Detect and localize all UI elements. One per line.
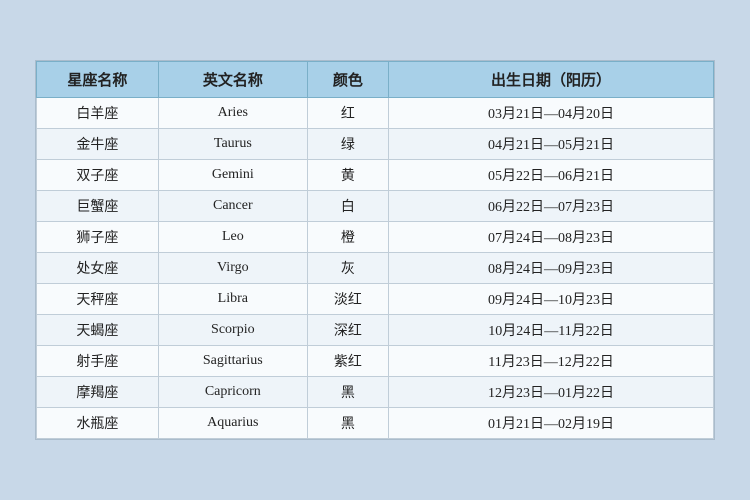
cell-date: 12月23日—01月22日	[389, 377, 714, 408]
table-row: 天秤座Libra淡红09月24日—10月23日	[37, 284, 714, 315]
table-row: 水瓶座Aquarius黑01月21日—02月19日	[37, 408, 714, 439]
cell-en: Libra	[158, 284, 307, 315]
cell-en: Scorpio	[158, 315, 307, 346]
cell-en: Cancer	[158, 191, 307, 222]
cell-color: 绿	[307, 129, 388, 160]
cell-color: 黑	[307, 377, 388, 408]
cell-color: 灰	[307, 253, 388, 284]
cell-color: 黑	[307, 408, 388, 439]
cell-zh: 狮子座	[37, 222, 159, 253]
cell-color: 红	[307, 98, 388, 129]
cell-date: 05月22日—06月21日	[389, 160, 714, 191]
zodiac-table: 星座名称 英文名称 颜色 出生日期（阳历） 白羊座Aries红03月21日—04…	[36, 61, 714, 439]
cell-en: Capricorn	[158, 377, 307, 408]
table-header-row: 星座名称 英文名称 颜色 出生日期（阳历）	[37, 62, 714, 98]
cell-en: Leo	[158, 222, 307, 253]
cell-color: 黄	[307, 160, 388, 191]
header-zh: 星座名称	[37, 62, 159, 98]
cell-zh: 天蝎座	[37, 315, 159, 346]
cell-color: 深红	[307, 315, 388, 346]
cell-date: 06月22日—07月23日	[389, 191, 714, 222]
table-row: 双子座Gemini黄05月22日—06月21日	[37, 160, 714, 191]
table-row: 巨蟹座Cancer白06月22日—07月23日	[37, 191, 714, 222]
cell-color: 白	[307, 191, 388, 222]
cell-zh: 水瓶座	[37, 408, 159, 439]
cell-en: Aries	[158, 98, 307, 129]
cell-zh: 金牛座	[37, 129, 159, 160]
cell-color: 紫红	[307, 346, 388, 377]
cell-en: Taurus	[158, 129, 307, 160]
cell-date: 09月24日—10月23日	[389, 284, 714, 315]
cell-en: Aquarius	[158, 408, 307, 439]
cell-zh: 摩羯座	[37, 377, 159, 408]
cell-date: 10月24日—11月22日	[389, 315, 714, 346]
cell-date: 08月24日—09月23日	[389, 253, 714, 284]
cell-zh: 双子座	[37, 160, 159, 191]
header-color: 颜色	[307, 62, 388, 98]
header-en: 英文名称	[158, 62, 307, 98]
zodiac-table-container: 星座名称 英文名称 颜色 出生日期（阳历） 白羊座Aries红03月21日—04…	[35, 60, 715, 440]
cell-date: 03月21日—04月20日	[389, 98, 714, 129]
cell-zh: 白羊座	[37, 98, 159, 129]
cell-date: 01月21日—02月19日	[389, 408, 714, 439]
table-row: 射手座Sagittarius紫红11月23日—12月22日	[37, 346, 714, 377]
cell-date: 11月23日—12月22日	[389, 346, 714, 377]
cell-date: 07月24日—08月23日	[389, 222, 714, 253]
table-row: 处女座Virgo灰08月24日—09月23日	[37, 253, 714, 284]
cell-color: 橙	[307, 222, 388, 253]
cell-zh: 处女座	[37, 253, 159, 284]
cell-en: Sagittarius	[158, 346, 307, 377]
cell-en: Gemini	[158, 160, 307, 191]
table-row: 摩羯座Capricorn黑12月23日—01月22日	[37, 377, 714, 408]
cell-zh: 射手座	[37, 346, 159, 377]
header-date: 出生日期（阳历）	[389, 62, 714, 98]
table-row: 金牛座Taurus绿04月21日—05月21日	[37, 129, 714, 160]
cell-date: 04月21日—05月21日	[389, 129, 714, 160]
cell-zh: 巨蟹座	[37, 191, 159, 222]
cell-en: Virgo	[158, 253, 307, 284]
table-row: 白羊座Aries红03月21日—04月20日	[37, 98, 714, 129]
cell-zh: 天秤座	[37, 284, 159, 315]
cell-color: 淡红	[307, 284, 388, 315]
table-row: 狮子座Leo橙07月24日—08月23日	[37, 222, 714, 253]
table-row: 天蝎座Scorpio深红10月24日—11月22日	[37, 315, 714, 346]
